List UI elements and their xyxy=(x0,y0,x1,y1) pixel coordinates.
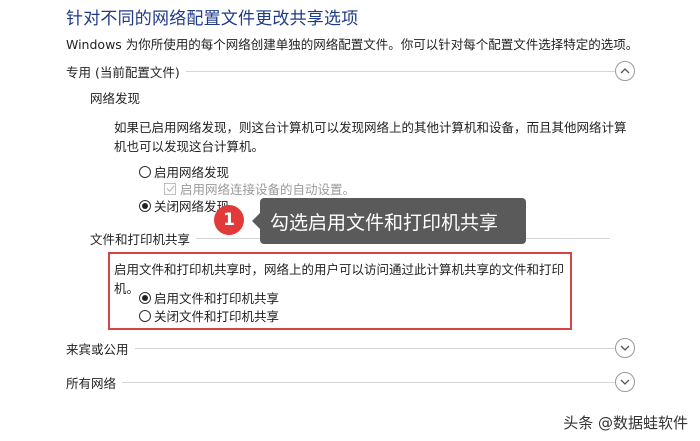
section-private[interactable]: 专用 (当前配置文件) xyxy=(66,60,626,82)
radio-button-selected[interactable] xyxy=(139,291,151,304)
checkmark-icon xyxy=(165,185,175,193)
page-title: 针对不同的网络配置文件更改共享选项 xyxy=(66,9,359,29)
watermark: 头条 @数据蛙软件 xyxy=(563,414,688,432)
page-description: Windows 为你所使用的每个网络创建单独的网络配置文件。你可以针对每个配置文… xyxy=(66,37,639,52)
network-discovery-heading: 网络发现 xyxy=(90,91,141,106)
radio-label: 启用文件和打印机共享 xyxy=(154,291,280,306)
section-guest[interactable]: 来宾或公用 xyxy=(66,337,626,359)
instruction-callout: 勾选启用文件和打印机共享 xyxy=(252,198,526,244)
step-badge: 1 xyxy=(214,205,244,235)
radio-disable-sharing[interactable]: 关闭文件和打印机共享 xyxy=(139,306,279,325)
section-divider xyxy=(66,348,626,349)
checkbox[interactable] xyxy=(164,182,176,195)
radio-button[interactable] xyxy=(139,165,151,178)
radio-enable-sharing[interactable]: 启用文件和打印机共享 xyxy=(139,288,279,307)
file-printer-heading: 文件和打印机共享 xyxy=(90,228,197,248)
section-guest-label: 来宾或公用 xyxy=(66,338,135,358)
radio-label: 关闭文件和打印机共享 xyxy=(154,309,280,324)
section-all-networks[interactable]: 所有网络 xyxy=(66,371,626,393)
radio-button[interactable] xyxy=(139,309,151,322)
radio-button-selected[interactable] xyxy=(139,199,151,212)
chevron-down-icon[interactable] xyxy=(615,372,635,392)
section-divider xyxy=(66,382,626,383)
chevron-up-icon[interactable] xyxy=(615,61,635,81)
network-discovery-description: 如果已启用网络发现，则这台计算机可以发现网络上的其他计算机和设备，而且其他网络计… xyxy=(114,120,627,154)
section-all-networks-label: 所有网络 xyxy=(66,372,123,392)
section-private-label: 专用 (当前配置文件) xyxy=(66,61,186,81)
chevron-down-icon[interactable] xyxy=(615,338,635,358)
